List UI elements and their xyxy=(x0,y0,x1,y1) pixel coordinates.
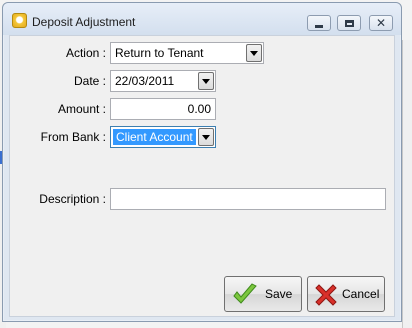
dialog-body: Action : Return to Tenant Date : 22/03/2… xyxy=(9,35,395,317)
from-bank-dropdown[interactable]: Client Account xyxy=(110,126,216,148)
cancel-label: Cancel xyxy=(342,287,380,301)
maximize-button[interactable] xyxy=(337,15,361,31)
action-dropdown-button[interactable] xyxy=(246,44,262,62)
action-value: Return to Tenant xyxy=(115,46,204,60)
save-button[interactable]: Save xyxy=(224,276,302,312)
save-label: Save xyxy=(265,287,293,301)
chevron-down-icon xyxy=(202,134,210,140)
amount-value: 0.00 xyxy=(187,102,211,116)
minimize-button[interactable] xyxy=(307,15,331,31)
check-icon xyxy=(233,283,257,304)
deposit-adjustment-dialog: Deposit Adjustment ✕ Action : Return to … xyxy=(2,2,402,322)
from-bank-label: From Bank : xyxy=(40,130,106,144)
amount-label: Amount : xyxy=(57,102,106,116)
close-icon: ✕ xyxy=(375,16,387,30)
date-label: Date : xyxy=(73,74,106,88)
date-dropdown-button[interactable] xyxy=(198,72,214,90)
cancel-button[interactable]: Cancel xyxy=(307,276,385,312)
date-value: 22/03/2011 xyxy=(115,74,175,88)
description-label: Description : xyxy=(39,192,106,206)
app-icon xyxy=(12,13,27,28)
cancel-x-icon xyxy=(315,284,337,306)
from-bank-value: Client Account xyxy=(113,129,196,145)
chevron-down-icon xyxy=(250,50,258,56)
amount-input[interactable]: 0.00 xyxy=(110,98,216,120)
close-button[interactable]: ✕ xyxy=(369,15,393,31)
minimize-icon xyxy=(315,24,323,28)
from-bank-dropdown-button[interactable] xyxy=(198,128,214,146)
title-bar[interactable]: Deposit Adjustment ✕ xyxy=(3,3,401,35)
action-label: Action : xyxy=(65,46,106,60)
description-input[interactable] xyxy=(110,188,386,210)
action-dropdown[interactable]: Return to Tenant xyxy=(110,42,264,64)
maximize-icon xyxy=(344,19,354,27)
chevron-down-icon xyxy=(202,78,210,84)
background-app-right-edge xyxy=(402,40,412,328)
date-picker[interactable]: 22/03/2011 xyxy=(110,70,216,92)
window-title: Deposit Adjustment xyxy=(32,15,136,29)
